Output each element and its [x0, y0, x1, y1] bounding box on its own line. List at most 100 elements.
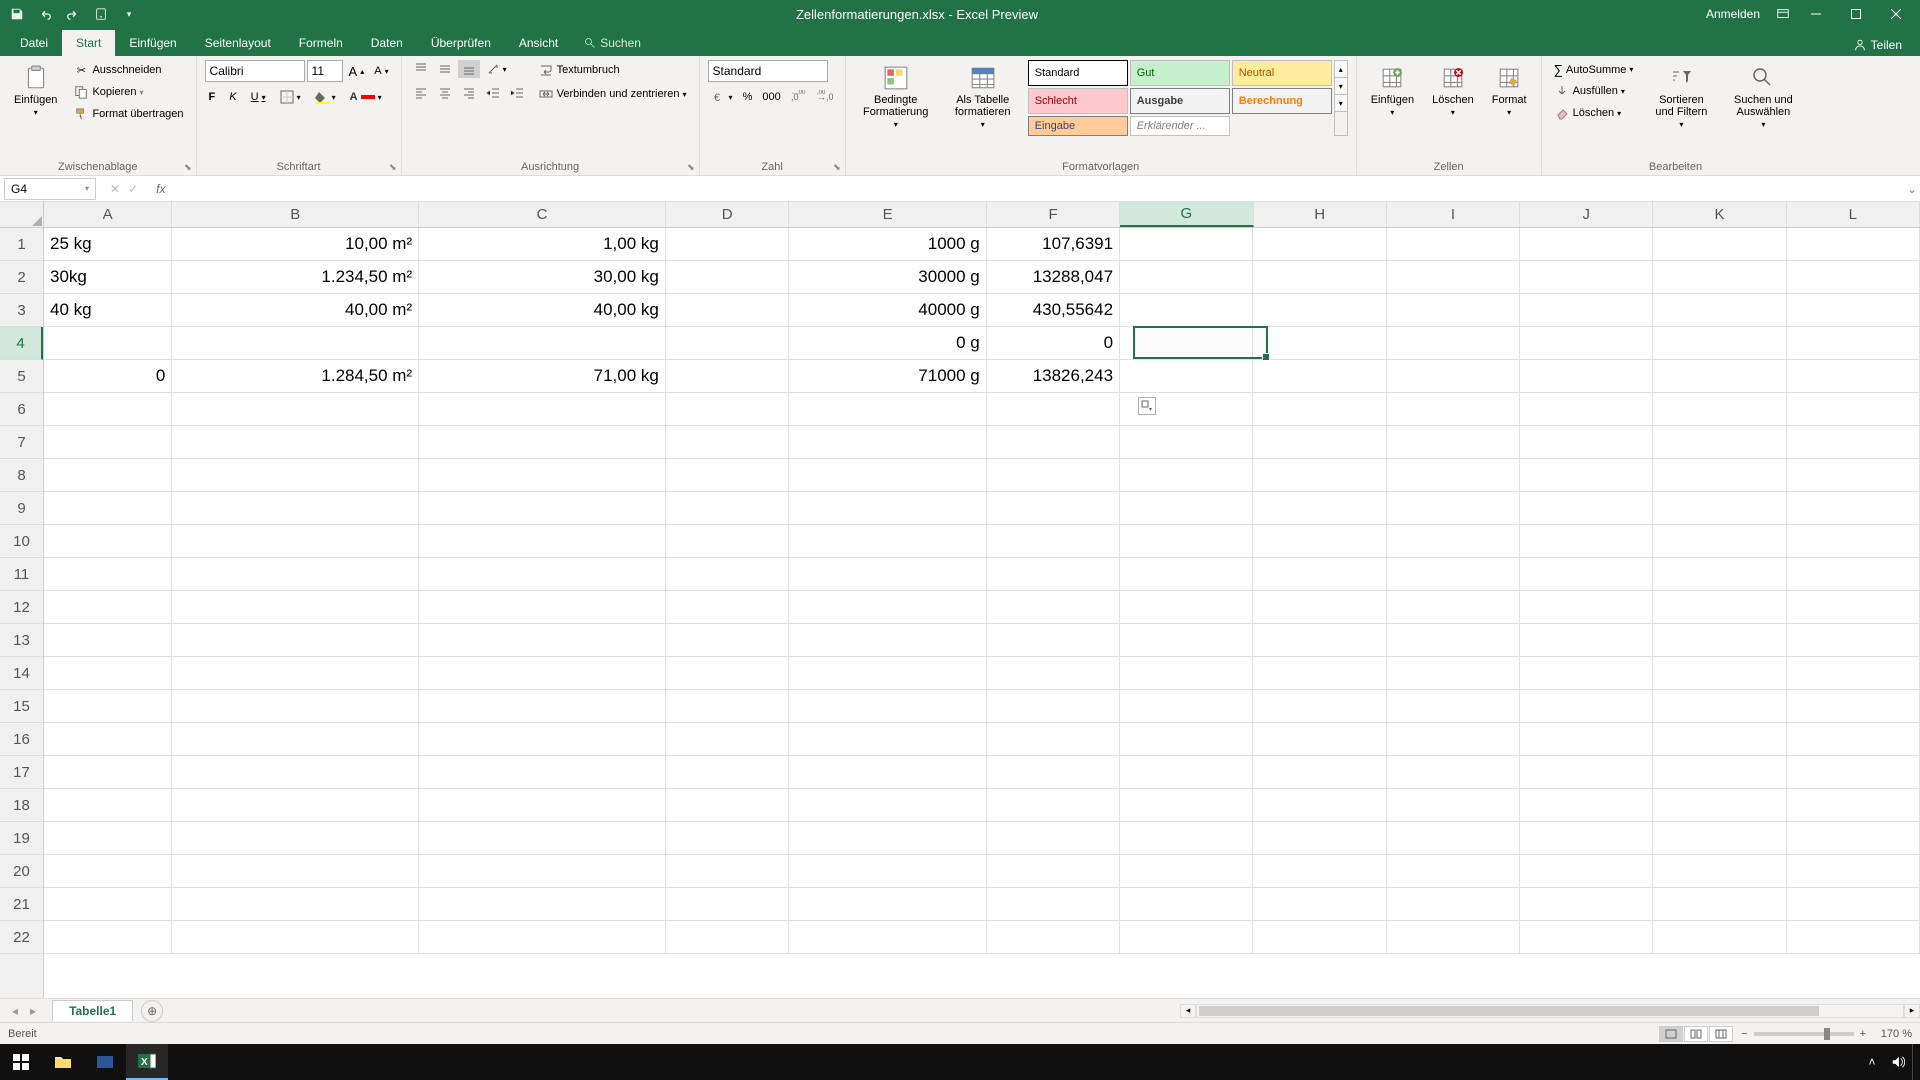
column-header[interactable]: F — [987, 202, 1120, 227]
hscroll-left[interactable]: ◂ — [1180, 1004, 1196, 1018]
cell[interactable] — [1387, 855, 1520, 888]
cell[interactable] — [1253, 756, 1386, 789]
cell[interactable] — [1520, 855, 1653, 888]
cell[interactable] — [172, 459, 419, 492]
cell[interactable] — [789, 591, 986, 624]
cell[interactable] — [789, 657, 986, 690]
cell[interactable] — [1787, 360, 1920, 393]
cell[interactable] — [666, 888, 789, 921]
cell[interactable]: 430,55642 — [987, 294, 1120, 327]
cell[interactable] — [1387, 525, 1520, 558]
cell[interactable] — [666, 723, 789, 756]
borders-button[interactable]: ▾ — [276, 88, 305, 106]
column-header[interactable]: K — [1653, 202, 1786, 227]
cell[interactable] — [419, 789, 666, 822]
cell[interactable] — [419, 657, 666, 690]
cell[interactable] — [987, 426, 1120, 459]
cell[interactable]: 40000 g — [789, 294, 986, 327]
cell[interactable]: 0 — [987, 327, 1120, 360]
cell[interactable] — [1253, 822, 1386, 855]
fill-color-button[interactable]: ▾ — [311, 88, 340, 106]
cell[interactable] — [172, 624, 419, 657]
cell[interactable] — [789, 822, 986, 855]
zoom-slider[interactable] — [1754, 1032, 1854, 1036]
cell[interactable] — [789, 459, 986, 492]
row-header[interactable]: 14 — [0, 657, 43, 690]
row-header[interactable]: 7 — [0, 426, 43, 459]
cell[interactable] — [172, 525, 419, 558]
cell[interactable] — [1520, 591, 1653, 624]
cell[interactable] — [1653, 888, 1786, 921]
cell[interactable] — [987, 624, 1120, 657]
cell[interactable] — [1253, 261, 1386, 294]
cell[interactable] — [1653, 789, 1786, 822]
cell[interactable] — [1387, 789, 1520, 822]
cell[interactable] — [1387, 492, 1520, 525]
row-header[interactable]: 1 — [0, 228, 43, 261]
taskbar-app-2[interactable] — [84, 1044, 126, 1080]
cell[interactable] — [666, 690, 789, 723]
find-select-button[interactable]: Suchen und Auswählen▾ — [1725, 60, 1801, 133]
orientation-button[interactable]: ▾ — [482, 60, 511, 78]
cell[interactable] — [1653, 525, 1786, 558]
column-header[interactable]: D — [666, 202, 789, 227]
tab-start[interactable]: Start — [62, 30, 115, 56]
cell[interactable] — [419, 624, 666, 657]
cell[interactable] — [1520, 789, 1653, 822]
taskbar-file-explorer[interactable] — [42, 1044, 84, 1080]
cell[interactable] — [666, 492, 789, 525]
cell[interactable] — [419, 723, 666, 756]
copy-button[interactable]: Kopieren▾ — [69, 82, 187, 102]
cell[interactable] — [1253, 327, 1386, 360]
close-button[interactable] — [1876, 0, 1916, 28]
row-header[interactable]: 6 — [0, 393, 43, 426]
column-header[interactable]: C — [419, 202, 666, 227]
cell[interactable]: 1.284,50 m² — [172, 360, 419, 393]
tab-uberprufen[interactable]: Überprüfen — [417, 30, 505, 56]
cell[interactable] — [666, 921, 789, 954]
cell[interactable] — [172, 888, 419, 921]
cell[interactable] — [172, 393, 419, 426]
cell[interactable] — [1120, 426, 1253, 459]
cell[interactable] — [1520, 492, 1653, 525]
sheet-tab-active[interactable]: Tabelle1 — [52, 1000, 133, 1021]
cell[interactable] — [1253, 888, 1386, 921]
horizontal-scrollbar[interactable]: ◂ ▸ — [1180, 1003, 1920, 1019]
clipboard-launcher[interactable]: ⬊ — [184, 162, 192, 173]
cell[interactable] — [172, 789, 419, 822]
cell[interactable] — [1520, 723, 1653, 756]
cell[interactable] — [1387, 294, 1520, 327]
cell[interactable] — [419, 690, 666, 723]
cell[interactable]: 0 — [44, 360, 172, 393]
style-erklar[interactable]: Erklärender ... — [1130, 116, 1230, 136]
zoom-in-button[interactable]: + — [1860, 1028, 1866, 1040]
cell[interactable] — [1787, 723, 1920, 756]
cell[interactable] — [44, 558, 172, 591]
cell[interactable] — [1387, 921, 1520, 954]
cell[interactable] — [666, 360, 789, 393]
cell[interactable] — [1787, 888, 1920, 921]
cell[interactable] — [1787, 228, 1920, 261]
cell[interactable] — [789, 855, 986, 888]
row-header[interactable]: 20 — [0, 855, 43, 888]
cell[interactable] — [1520, 393, 1653, 426]
cell[interactable] — [44, 426, 172, 459]
cell[interactable] — [1120, 921, 1253, 954]
row-header[interactable]: 22 — [0, 921, 43, 954]
cell[interactable] — [1787, 624, 1920, 657]
tell-me-search[interactable]: Suchen — [572, 30, 653, 56]
italic-button[interactable]: K — [225, 89, 240, 105]
cell[interactable] — [1787, 261, 1920, 294]
cell[interactable]: 0 g — [789, 327, 986, 360]
row-header[interactable]: 17 — [0, 756, 43, 789]
cell[interactable] — [172, 657, 419, 690]
undo-icon[interactable] — [36, 5, 54, 23]
cell[interactable] — [419, 591, 666, 624]
cell[interactable] — [1120, 888, 1253, 921]
font-name-input[interactable] — [205, 60, 305, 82]
cell[interactable] — [1120, 459, 1253, 492]
cell[interactable] — [1787, 657, 1920, 690]
cell[interactable] — [1387, 393, 1520, 426]
cell[interactable] — [1653, 327, 1786, 360]
redo-icon[interactable] — [64, 5, 82, 23]
